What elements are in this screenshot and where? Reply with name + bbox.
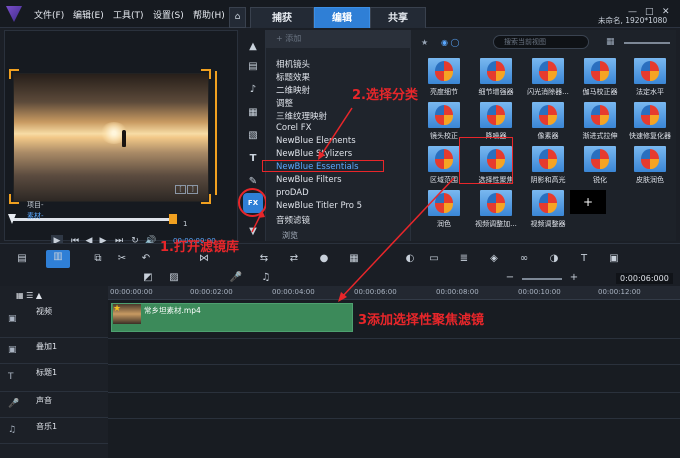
annotation-step1: 1.打开滤镜库: [160, 240, 239, 255]
arrowhead-step2: [318, 151, 325, 160]
arrow-step2: [319, 107, 353, 158]
arrowhead-step1: [258, 210, 265, 218]
arrow-step3: [340, 177, 455, 299]
annotation-step2: 2.选择分类: [352, 88, 418, 103]
annotation-arrows: [251, 107, 455, 302]
annotation-step3: 3添加选择性聚焦滤镜: [358, 313, 485, 328]
